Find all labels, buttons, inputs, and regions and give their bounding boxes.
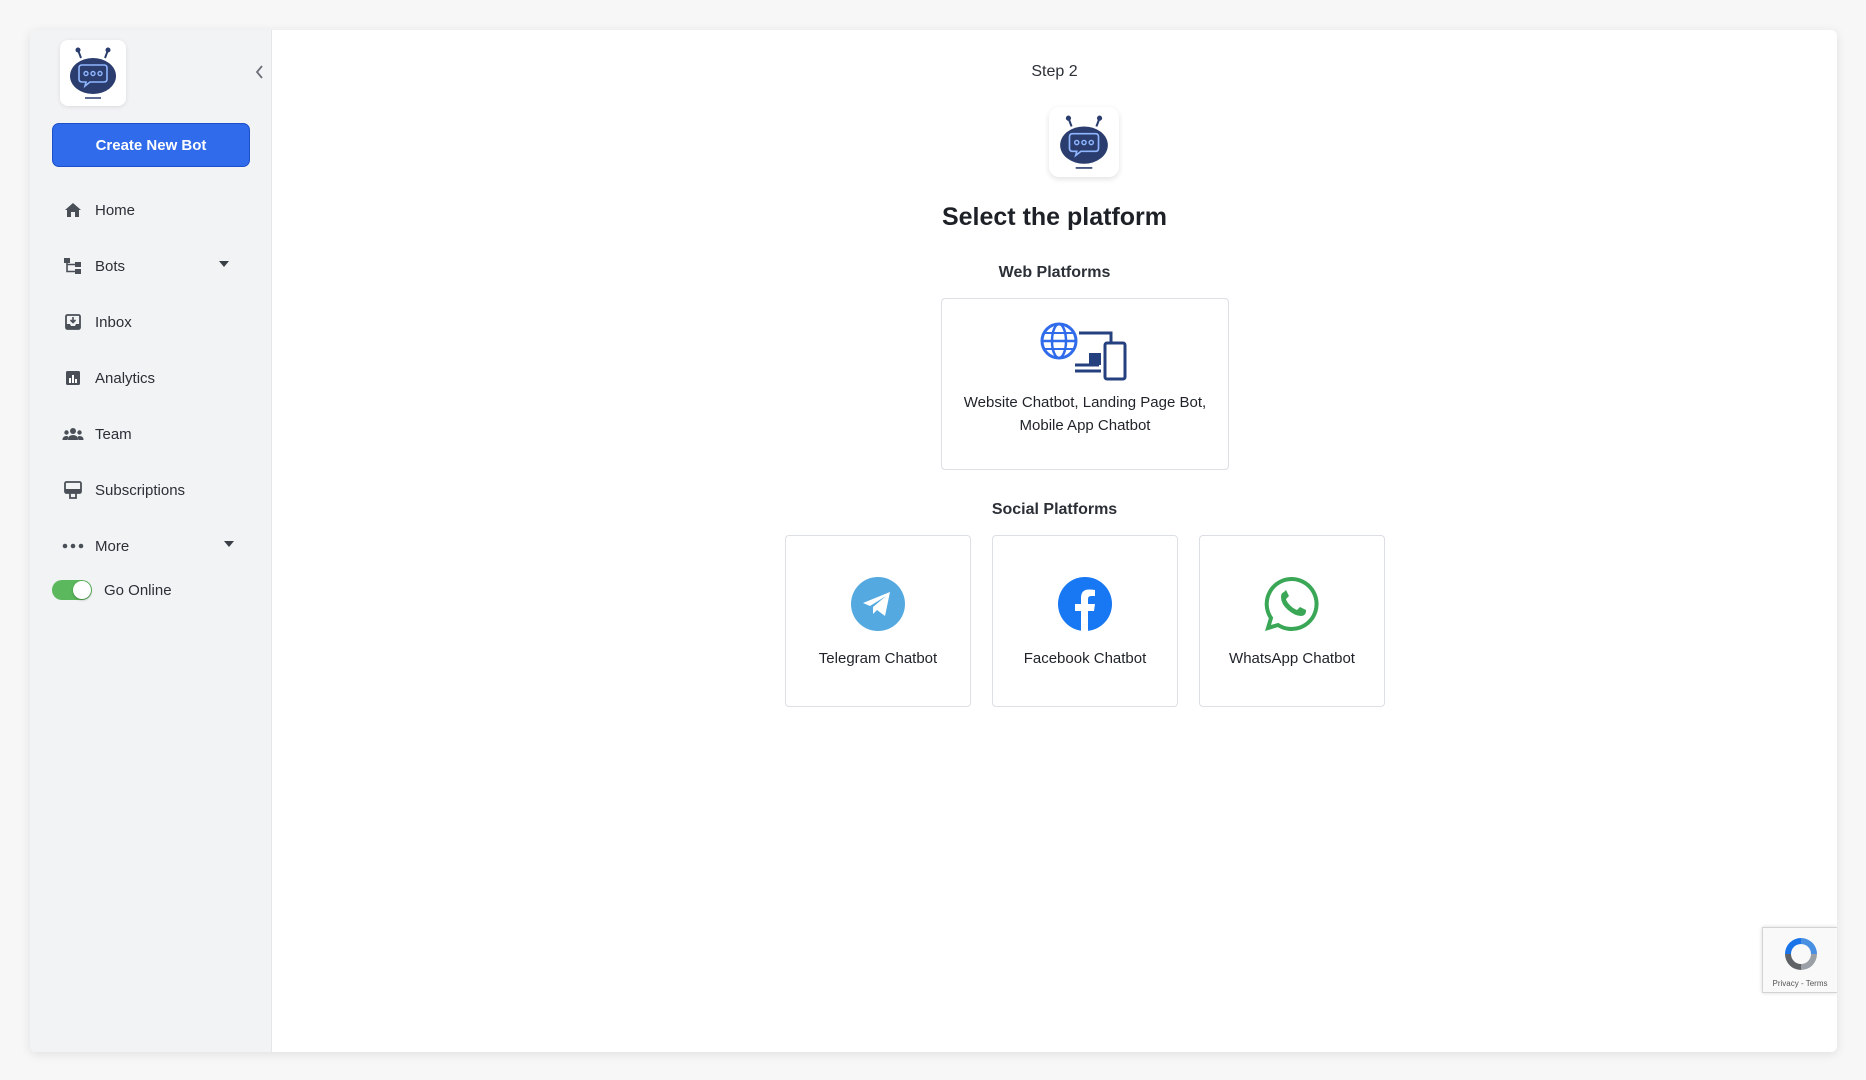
go-online-row: Go Online: [52, 576, 172, 604]
whatsapp-chatbot-card[interactable]: WhatsApp Chatbot: [1199, 535, 1385, 707]
inbox-icon: [62, 311, 84, 333]
bot-logo: [1049, 107, 1119, 177]
recaptcha-icon: [1785, 938, 1817, 970]
facebook-chatbot-card[interactable]: Facebook Chatbot: [992, 535, 1178, 707]
caret-down-icon: [224, 541, 234, 547]
whatsapp-icon: [1200, 576, 1384, 632]
collapse-sidebar-button[interactable]: [250, 60, 270, 84]
step-indicator: Step 2: [1031, 63, 1078, 80]
create-new-bot-button[interactable]: Create New Bot: [52, 123, 250, 167]
sidebar-item-label: Analytics: [95, 369, 156, 387]
facebook-icon: [993, 576, 1177, 632]
sidebar-item-label: Bots: [95, 257, 126, 275]
sidebar-item-home[interactable]: Home: [30, 182, 271, 238]
telegram-icon: [786, 576, 970, 632]
team-icon: [62, 423, 84, 445]
whatsapp-chatbot-label: WhatsApp Chatbot: [1229, 650, 1355, 667]
recaptcha-links[interactable]: Privacy - Terms: [1763, 979, 1837, 988]
web-platforms-heading: Web Platforms: [998, 264, 1111, 281]
facebook-chatbot-label: Facebook Chatbot: [1023, 650, 1147, 667]
bots-icon: [62, 255, 84, 277]
home-icon: [62, 199, 84, 221]
sidebar-item-team[interactable]: Team: [30, 406, 271, 462]
main-content: Step 2 Select the platform Web Platforms: [272, 30, 1837, 1052]
page-title: Select the platform: [941, 203, 1168, 231]
sidebar-item-analytics[interactable]: Analytics: [30, 350, 271, 406]
recaptcha-badge[interactable]: Privacy - Terms: [1762, 927, 1837, 993]
sidebar-item-more[interactable]: More: [30, 518, 271, 574]
bot-logo-icon: [70, 47, 116, 99]
telegram-chatbot-label: Telegram Chatbot: [818, 650, 938, 667]
web-platform-card[interactable]: Website Chatbot, Landing Page Bot, Mobil…: [941, 298, 1229, 470]
go-online-toggle[interactable]: [52, 580, 92, 600]
brand-logo[interactable]: [60, 40, 126, 106]
sidebar-item-label: Inbox: [95, 313, 132, 331]
more-icon: [62, 535, 84, 557]
subscriptions-icon: [62, 479, 84, 501]
sidebar-item-subscriptions[interactable]: Subscriptions: [30, 462, 271, 518]
web-platform-line-2: Mobile App Chatbot: [1019, 417, 1151, 434]
sidebar-item-label: Team: [95, 425, 132, 443]
social-platforms-heading: Social Platforms: [991, 501, 1118, 518]
telegram-chatbot-card[interactable]: Telegram Chatbot: [785, 535, 971, 707]
web-platform-card-text: Website Chatbot, Landing Page Bot, Mobil…: [952, 391, 1218, 437]
sidebar-item-label: Home: [95, 201, 136, 219]
sidebar-nav: Home Bots Inbox Analytics Team Subscript…: [30, 182, 271, 574]
analytics-icon: [62, 367, 84, 389]
bot-logo-icon: [1060, 115, 1108, 169]
go-online-label: Go Online: [104, 581, 172, 599]
sidebar: Create New Bot Home Bots Inbox Analytics…: [30, 30, 272, 1052]
chevron-left-icon: [255, 65, 263, 79]
sidebar-item-label: Subscriptions: [95, 481, 186, 499]
web-devices-icon: [942, 321, 1228, 381]
sidebar-item-label: More: [95, 537, 130, 555]
web-platform-line-1: Website Chatbot, Landing Page Bot,: [963, 394, 1207, 411]
sidebar-item-inbox[interactable]: Inbox: [30, 294, 271, 350]
sidebar-item-bots[interactable]: Bots: [30, 238, 271, 294]
caret-down-icon: [219, 261, 229, 267]
toggle-knob: [73, 581, 91, 599]
app-window: Create New Bot Home Bots Inbox Analytics…: [30, 30, 1837, 1052]
